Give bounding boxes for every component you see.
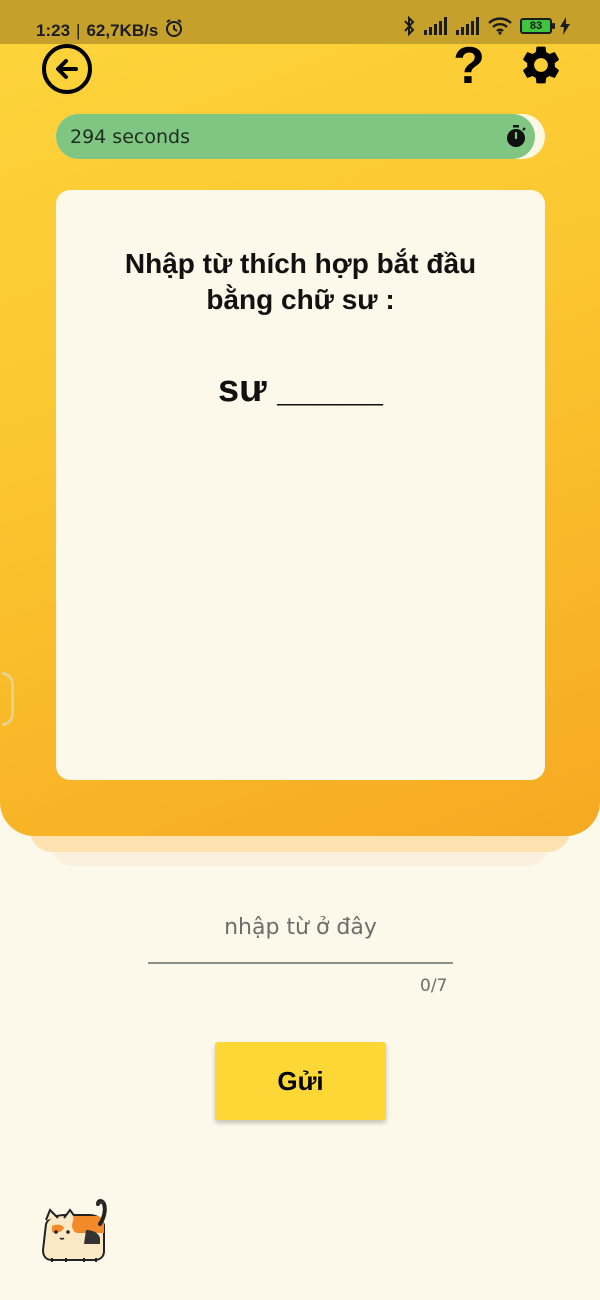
alarm-icon [164, 18, 184, 43]
bluetooth-icon [402, 16, 416, 36]
charging-icon [560, 17, 570, 35]
character-counter: 0/7 [420, 976, 448, 996]
signal-icon [456, 17, 480, 35]
help-button[interactable]: ? [452, 38, 486, 94]
status-time: 1:23 [36, 20, 71, 40]
answer-input[interactable] [148, 902, 453, 952]
cat-mascot-icon[interactable] [38, 1196, 112, 1266]
back-button[interactable] [42, 44, 92, 94]
battery-icon: 83 [520, 18, 555, 34]
status-separator: | [76, 20, 81, 40]
signal-icon [424, 17, 448, 35]
submit-button[interactable]: Gửi [215, 1042, 386, 1120]
network-speed: 62,7KB/s [86, 20, 159, 40]
timer-bar: 294 seconds [56, 114, 545, 159]
gear-icon [523, 46, 559, 84]
question-prompt: Nhập từ thích hợp bắt đầu bằng chữ sư : [124, 248, 477, 315]
stopwatch-icon [507, 125, 526, 147]
status-right: 83 [402, 16, 570, 36]
timer-label: 294 seconds [70, 126, 190, 148]
arrow-left-icon [56, 59, 78, 79]
answer-field[interactable] [148, 902, 453, 964]
battery-level: 83 [529, 20, 543, 32]
status-left: 1:23 | 62,7KB/s [36, 18, 184, 43]
question-target: sư _____ [218, 368, 383, 410]
settings-button[interactable] [518, 42, 564, 88]
edge-swipe-handle[interactable] [2, 672, 14, 726]
wifi-icon [488, 17, 512, 35]
question-card: Nhập từ thích hợp bắt đầu bằng chữ sư : … [56, 190, 545, 780]
status-bar: 1:23 | 62,7KB/s 83 [0, 0, 600, 44]
